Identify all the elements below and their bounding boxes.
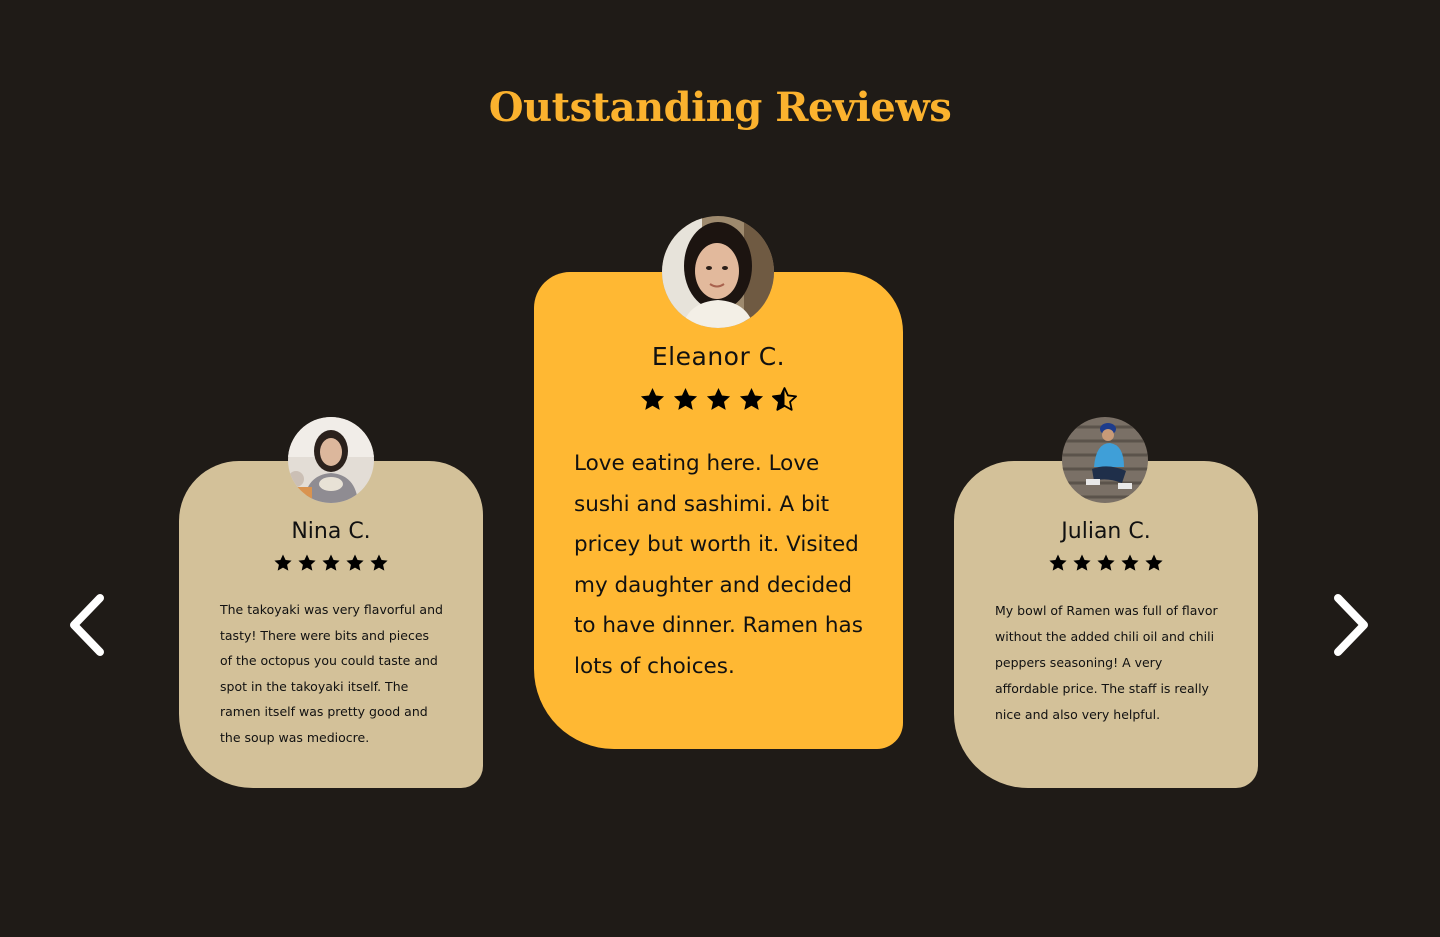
review-card-nina: Nina C. The takoyaki was very flavorful … <box>179 461 483 788</box>
star-full-icon <box>370 554 388 571</box>
star-full-icon <box>1049 554 1067 571</box>
review-card-julian: Julian C. My bowl of Ramen was full of f… <box>954 461 1258 788</box>
star-rating <box>954 553 1258 573</box>
star-full-icon <box>1145 554 1163 571</box>
star-full-icon <box>1121 554 1139 571</box>
reviewer-name: Julian C. <box>1061 519 1151 544</box>
avatar <box>1062 417 1148 503</box>
star-half-icon <box>772 387 797 411</box>
review-text: The takoyaki was very flavorful and tast… <box>220 602 443 745</box>
reviews-page: Outstanding Reviews Nina C. The takoyaki… <box>0 0 1440 937</box>
star-rating <box>534 386 903 413</box>
carousel-prev-button[interactable] <box>62 590 112 660</box>
star-full-icon <box>346 554 364 571</box>
review-text: My bowl of Ramen was full of flavor with… <box>995 603 1218 722</box>
avatar <box>288 417 374 503</box>
section-title: Outstanding Reviews <box>488 84 952 131</box>
chevron-right-icon <box>1334 594 1368 656</box>
star-full-icon <box>274 554 292 571</box>
chevron-left-icon <box>70 594 104 656</box>
star-full-icon <box>1073 554 1091 571</box>
avatar <box>662 216 774 328</box>
star-full-icon <box>739 388 764 410</box>
star-rating <box>179 553 483 573</box>
reviewer-name: Eleanor C. <box>651 342 786 371</box>
star-full-icon <box>298 554 316 571</box>
star-full-icon <box>322 554 340 571</box>
review-text: Love eating here. Love sushi and sashimi… <box>574 451 863 679</box>
review-card-eleanor: Eleanor C. Love eating here. Love sushi … <box>534 272 903 749</box>
star-full-icon <box>640 388 665 410</box>
reviewer-name: Nina C. <box>291 519 371 544</box>
star-full-icon <box>673 388 698 410</box>
star-full-icon <box>706 388 731 410</box>
carousel-next-button[interactable] <box>1326 590 1376 660</box>
star-full-icon <box>1097 554 1115 571</box>
